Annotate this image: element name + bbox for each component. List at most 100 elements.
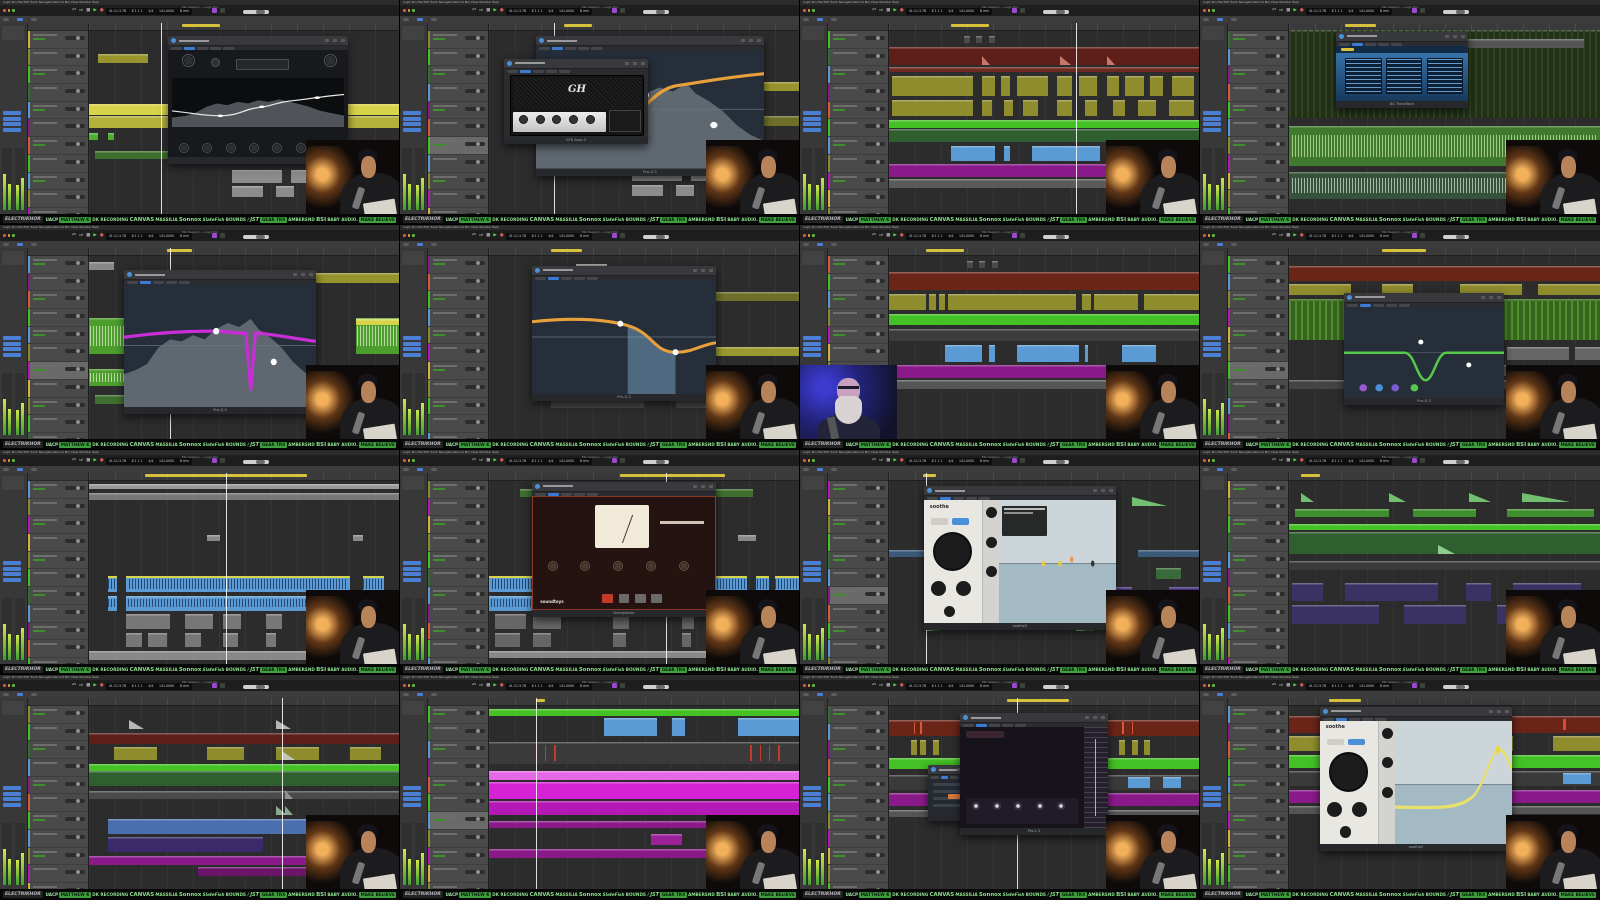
style-select-button[interactable] (602, 593, 614, 603)
list-editors-button[interactable] (1012, 8, 1017, 13)
track-volume-slider[interactable] (65, 53, 85, 58)
track-volume-slider[interactable] (865, 746, 885, 751)
plugin-header-buttons[interactable] (691, 484, 713, 488)
stop-icon[interactable]: ■ (1286, 683, 1290, 689)
transport-controls[interactable]: ⏮ ⏭ ■ ▶ ● ↻ (1272, 8, 1311, 14)
mixer-button[interactable] (620, 233, 625, 238)
toolbar-right-cluster[interactable] (1012, 8, 1025, 13)
tool-chip2[interactable] (31, 18, 38, 21)
track-header-row[interactable] (28, 344, 88, 363)
stop-icon[interactable]: ■ (486, 233, 490, 239)
mixer-button[interactable] (620, 458, 625, 463)
toolbar-right-cluster[interactable] (1412, 683, 1425, 688)
track-volume-slider[interactable] (1265, 36, 1285, 40)
traffic-lights[interactable] (3, 234, 15, 237)
tool-chip[interactable] (803, 468, 809, 471)
track-header-row[interactable] (1228, 587, 1288, 605)
tool-chip-blue[interactable] (17, 18, 24, 21)
track-volume-slider[interactable] (465, 331, 485, 336)
region-inspector[interactable] (802, 26, 824, 40)
track-volume-slider[interactable] (1265, 53, 1285, 58)
cycle-range[interactable] (182, 24, 220, 27)
region[interactable] (1004, 99, 1014, 117)
track-header-row[interactable] (28, 101, 88, 120)
track-header-row[interactable] (428, 344, 488, 363)
track-header-row[interactable] (428, 776, 488, 795)
track-header-row[interactable] (28, 415, 88, 433)
tool-chip[interactable] (803, 243, 809, 246)
lcd-display[interactable]: 41:11:3.78 8 1 1 1 4/4 141.0000 D min (506, 682, 592, 690)
rewind-icon[interactable]: ⏮ (872, 458, 876, 464)
zoom-icon[interactable] (1212, 684, 1215, 687)
traffic-lights[interactable] (3, 459, 15, 462)
region[interactable] (604, 717, 657, 737)
plugin-header-buttons[interactable] (1083, 716, 1105, 720)
stop-icon[interactable]: ■ (886, 8, 890, 14)
region[interactable] (1150, 76, 1163, 97)
track-header-row[interactable] (828, 604, 888, 623)
track-header-row[interactable] (428, 569, 488, 588)
track-header-row[interactable] (28, 847, 88, 866)
track-volume-slider[interactable] (1265, 278, 1285, 283)
mix-knob[interactable] (211, 57, 221, 67)
region[interactable] (291, 169, 307, 183)
close-icon[interactable] (1203, 234, 1206, 237)
decap-knob[interactable] (613, 561, 624, 572)
plugin-window-prol[interactable]: Pro-L 2 (960, 713, 1108, 835)
region[interactable] (1122, 345, 1157, 362)
stop-icon[interactable]: ■ (86, 458, 90, 464)
track-volume-slider[interactable] (465, 53, 485, 58)
track-header-row[interactable] (28, 829, 88, 848)
track-volume-slider[interactable] (65, 627, 85, 632)
region[interactable] (107, 133, 114, 141)
track-volume-slider[interactable] (65, 503, 85, 508)
forward-icon[interactable]: ⏭ (879, 233, 883, 239)
master-volume-slider[interactable] (243, 685, 269, 689)
region[interactable] (991, 260, 998, 268)
decap-knob[interactable] (645, 561, 656, 572)
region[interactable] (938, 293, 945, 311)
region[interactable] (232, 186, 264, 198)
record-icon[interactable]: ● (500, 458, 504, 464)
lcd-display[interactable]: 41:11:3.78 8 1 1 1 4/4 141.0000 D min (1306, 7, 1392, 15)
track-header-row[interactable] (428, 362, 488, 380)
plugin-slot-stack[interactable] (803, 336, 821, 358)
track-volume-slider[interactable] (865, 331, 885, 336)
decap-knob[interactable] (678, 561, 689, 572)
region[interactable] (1016, 76, 1048, 97)
track-volume-slider[interactable] (465, 314, 485, 319)
track-header-row[interactable] (428, 397, 488, 416)
cycle-range[interactable] (551, 249, 583, 252)
mixer-button[interactable] (220, 8, 225, 13)
selectivity-knob[interactable] (1352, 801, 1368, 817)
plugin-slot-stack[interactable] (803, 111, 821, 133)
channel-strip-left[interactable] (1202, 598, 1212, 660)
track-list-toolbar[interactable] (828, 23, 888, 31)
track-header-row[interactable] (28, 154, 88, 173)
region[interactable] (1575, 347, 1600, 360)
track-header-row[interactable] (828, 759, 888, 777)
track-header-row[interactable] (428, 326, 488, 345)
record-icon[interactable]: ● (100, 8, 104, 14)
play-icon[interactable]: ▶ (493, 683, 496, 689)
track-header-row[interactable] (828, 622, 888, 641)
minimize-icon[interactable] (1207, 459, 1210, 462)
track-header-row[interactable] (28, 119, 88, 138)
close-icon[interactable] (803, 459, 806, 462)
track-header-row[interactable] (428, 534, 488, 552)
track-volume-slider[interactable] (65, 331, 85, 336)
region[interactable] (266, 632, 276, 648)
traffic-lights[interactable] (3, 684, 15, 687)
zoom-icon[interactable] (412, 684, 415, 687)
track-volume-slider[interactable] (65, 106, 85, 111)
track-header-row[interactable] (428, 829, 488, 848)
track-volume-slider[interactable] (865, 645, 885, 650)
tool-chip-blue[interactable] (17, 693, 24, 696)
region[interactable] (1292, 583, 1324, 602)
region[interactable] (1106, 76, 1120, 97)
cycle-range[interactable] (563, 24, 592, 27)
tool-chip2[interactable] (431, 468, 438, 471)
track-volume-slider[interactable] (865, 834, 885, 839)
region[interactable] (1404, 605, 1467, 624)
region[interactable] (107, 595, 117, 611)
